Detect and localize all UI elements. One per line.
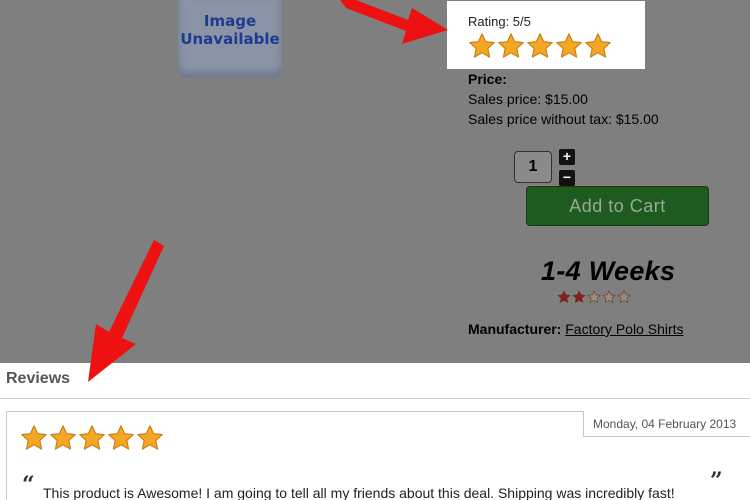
review-rating-stars (20, 424, 164, 452)
star-icon (108, 425, 134, 450)
star-icon (21, 425, 47, 450)
price-heading: Price: (468, 71, 507, 87)
star-icon (556, 33, 582, 58)
product-image-placeholder: Image Unavailable (178, 0, 282, 78)
star-icon (587, 290, 601, 303)
rating-label: Rating: 5/5 (468, 14, 531, 29)
manufacturer-link[interactable]: Factory Polo Shirts (565, 321, 683, 337)
price-block: Price: Sales price: $15.00 Sales price w… (468, 69, 659, 129)
quantity-decrement-button[interactable]: − (559, 170, 575, 186)
quantity-increment-button[interactable]: + (559, 149, 575, 165)
image-placeholder-line2: Unavailable (180, 30, 280, 48)
image-placeholder-line1: Image (203, 12, 257, 30)
star-icon (498, 33, 524, 58)
star-icon (50, 425, 76, 450)
star-icon (617, 290, 631, 303)
sales-price-without-tax: Sales price without tax: $15.00 (468, 111, 659, 127)
quantity-input[interactable]: 1 (514, 151, 552, 183)
red-arrow-icon (340, 0, 448, 44)
sales-price: Sales price: $15.00 (468, 91, 588, 107)
review-text: This product is Awesome! I am going to t… (43, 485, 675, 500)
review-date: Monday, 04 February 2013 (583, 411, 750, 437)
star-icon (137, 425, 163, 450)
star-icon (572, 290, 586, 303)
rating-stars (468, 32, 645, 60)
red-arrow-icon (88, 240, 164, 382)
close-quote-mark: ” (710, 468, 723, 494)
open-quote-mark: “ (22, 472, 35, 498)
star-icon (469, 33, 495, 58)
star-icon (585, 33, 611, 58)
add-to-cart-button[interactable]: Add to Cart (526, 186, 709, 226)
manufacturer-row: Manufacturer: Factory Polo Shirts (468, 321, 684, 337)
star-icon (602, 290, 616, 303)
manufacturer-label: Manufacturer: (468, 321, 562, 337)
shipping-stars (557, 290, 631, 304)
star-icon (79, 425, 105, 450)
rating-highlight: Rating: 5/5 (447, 1, 645, 69)
shipping-time: 1-4 Weeks (541, 256, 676, 286)
star-icon (557, 290, 571, 303)
star-icon (527, 33, 553, 58)
